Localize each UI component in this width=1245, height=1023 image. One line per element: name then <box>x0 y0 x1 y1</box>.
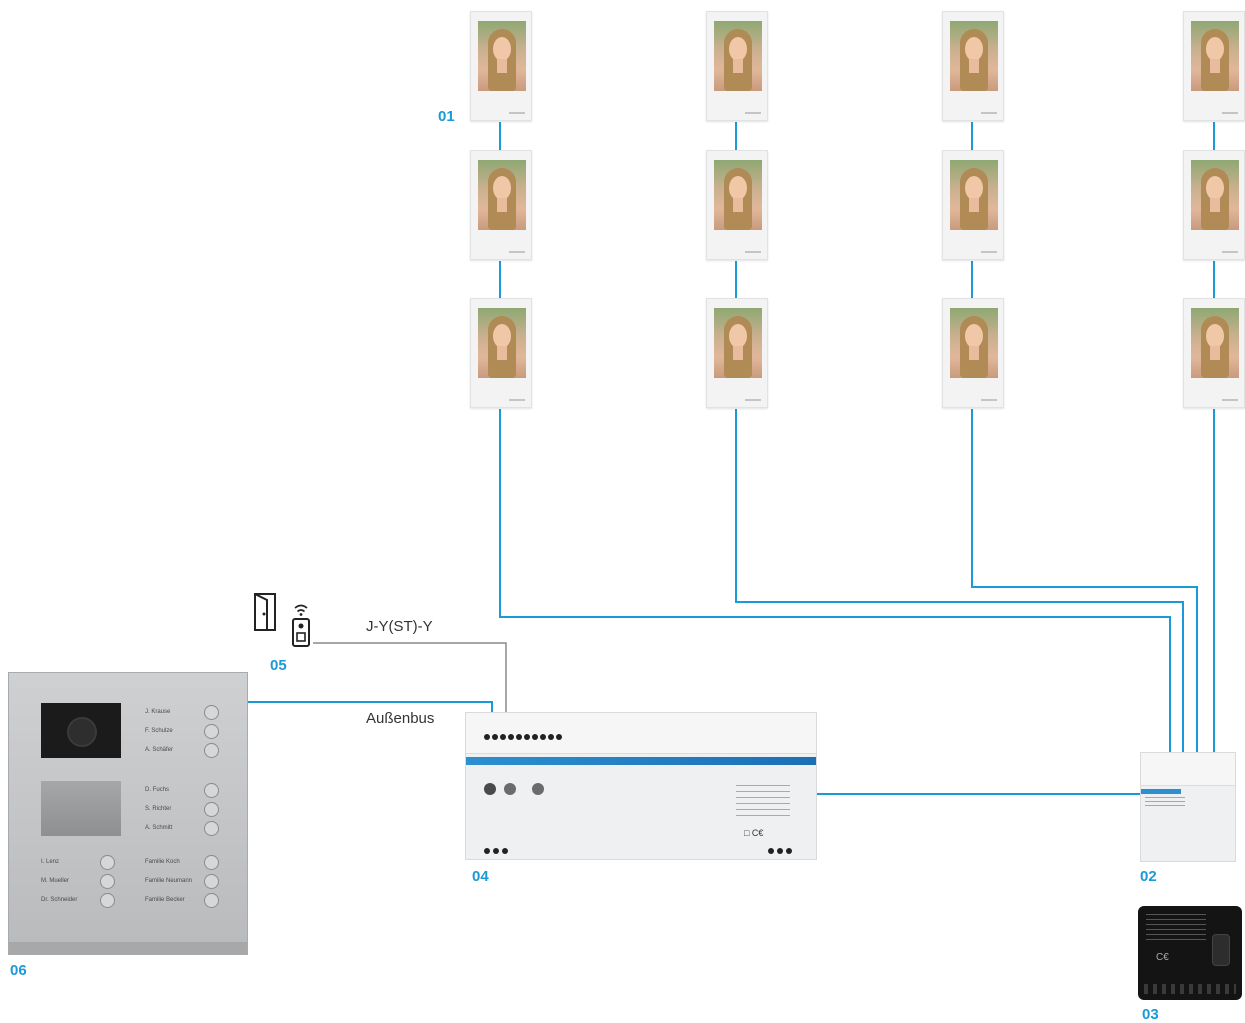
call-button[interactable] <box>204 802 219 817</box>
camera-lens-icon <box>67 717 97 747</box>
call-button[interactable] <box>204 874 219 889</box>
call-button[interactable] <box>204 724 219 739</box>
video-monitor <box>1183 11 1245 121</box>
terminal-screws <box>484 841 514 854</box>
adapter-terminal-block <box>1141 753 1235 786</box>
call-button[interactable] <box>100 874 115 889</box>
video-monitor <box>1183 150 1245 260</box>
terminal-screws <box>768 841 798 854</box>
module-print <box>1146 914 1206 944</box>
resident-name: Dr. Schneider <box>41 897 78 903</box>
riser-line-3 <box>971 409 1198 752</box>
spec-print <box>736 785 790 821</box>
cable-type-label: J-Y(ST)-Y <box>366 618 433 635</box>
flush-mounted-module: C€ <box>1138 906 1242 1000</box>
video-monitor <box>470 150 532 260</box>
terminal-screws <box>484 727 564 740</box>
station-bottom-strip <box>9 942 247 954</box>
resident-name: A. Schmitt <box>145 825 173 831</box>
video-monitor <box>706 11 768 121</box>
wlan-adapter <box>1140 752 1236 862</box>
resident-name: J. Krause <box>145 709 171 715</box>
adjust-knob-icon[interactable] <box>532 783 544 795</box>
call-button[interactable] <box>204 821 219 836</box>
video-monitor <box>470 11 532 121</box>
call-button[interactable] <box>100 855 115 870</box>
door-opener-remote-icon <box>292 604 310 647</box>
video-monitor <box>1183 298 1245 408</box>
nameplate-right-top: J. Krause F. Schulze A. Schäfer <box>145 703 219 763</box>
call-button[interactable] <box>204 855 219 870</box>
ce-mark-icon: C€ <box>1156 952 1169 963</box>
outer-bus-label: Außenbus <box>366 710 435 727</box>
call-button[interactable] <box>204 783 219 798</box>
nameplate-right-mid: D. Fuchs S. Richter A. Schmitt <box>145 781 219 841</box>
resident-name: Familie Neumann <box>145 878 193 884</box>
resident-name: Familie Becker <box>145 897 185 903</box>
riser-line-2 <box>735 409 1184 752</box>
resident-name: M. Mueller <box>41 878 70 884</box>
riser-line-1 <box>499 409 1171 752</box>
module-slot <box>1212 934 1230 966</box>
resident-name: D. Fuchs <box>145 787 170 793</box>
call-button[interactable] <box>204 705 219 720</box>
label-02: 02 <box>1140 868 1157 885</box>
resident-name: F. Schulze <box>145 728 173 734</box>
adjust-knob-icon[interactable] <box>504 783 516 795</box>
resident-name: A. Schäfer <box>145 747 174 753</box>
adapter-print <box>1145 797 1185 807</box>
nameplate-left-bottom: I. Lenz M. Mueller Dr. Schneider <box>41 853 115 913</box>
label-04: 04 <box>472 868 489 885</box>
cable-line <box>313 642 507 716</box>
call-button[interactable] <box>100 893 115 908</box>
video-monitor <box>706 150 768 260</box>
label-03: 03 <box>1142 1006 1159 1023</box>
controller-brand-stripe <box>466 757 816 765</box>
call-button[interactable] <box>204 743 219 758</box>
label-05: 05 <box>270 657 287 674</box>
label-01: 01 <box>438 108 455 125</box>
camera-module <box>41 703 121 758</box>
label-06: 06 <box>10 962 27 979</box>
ce-mark-icon: □ C€ <box>744 828 764 838</box>
video-monitor <box>942 298 1004 408</box>
system-controller: □ C€ <box>465 712 817 860</box>
nameplate-right-bottom: Familie Koch Familie Neumann Familie Bec… <box>145 853 219 913</box>
module-terminals <box>1144 984 1236 994</box>
door-icon <box>254 593 276 631</box>
video-monitor <box>470 298 532 408</box>
resident-name: Familie Koch <box>145 859 180 865</box>
video-monitor <box>942 11 1004 121</box>
video-monitor <box>942 150 1004 260</box>
call-button[interactable] <box>204 893 219 908</box>
controller-terminal-block <box>466 713 816 754</box>
speaker-module <box>41 781 121 836</box>
adapter-brand-stripe <box>1141 789 1181 794</box>
resident-name: I. Lenz <box>41 859 60 865</box>
status-led-icon <box>484 783 496 795</box>
resident-name: S. Richter <box>145 806 172 812</box>
outdoor-station: J. Krause F. Schulze A. Schäfer D. Fuchs… <box>8 672 248 955</box>
video-monitor <box>706 298 768 408</box>
